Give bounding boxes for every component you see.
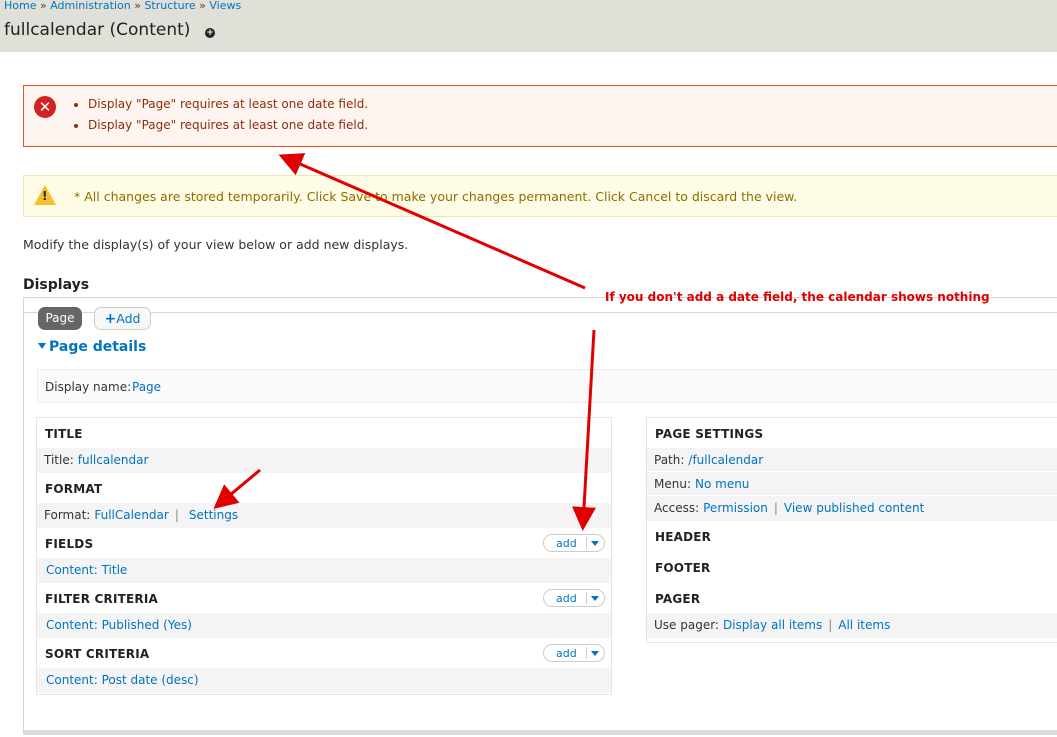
title-row: Title: fullcalendar [37,447,611,473]
tab-strip-divider [24,312,1057,313]
warning-message-box: ! * All changes are stored temporarily. … [23,175,1057,217]
format-row: Format: FullCalendar | Settings [37,502,611,528]
tab-page[interactable]: Page [38,307,82,330]
display-name-label: Display name: [45,380,132,394]
chevron-down-icon [591,541,599,546]
left-column: TITLE Title: fullcalendar FORMAT Format: F… [36,417,612,695]
menu-row: Menu: No menu [647,471,1057,497]
fields-row: Content: Title [37,557,611,583]
error-message-box: ✕ Display "Page" requires at least one d… [23,85,1057,147]
breadcrumb-separator: » [199,0,206,12]
warning-text: * All changes are stored temporarily. Cl… [74,189,798,204]
add-display-button[interactable]: +Add [94,307,151,330]
error-item: Display "Page" requires at least one dat… [88,97,368,111]
chevron-down-icon [591,651,599,656]
pager-all-items-link[interactable]: All items [838,618,890,632]
menu-label: Menu: [654,477,691,491]
page-header: Home » Administration » Structure » View… [0,0,1057,52]
sort-add-button[interactable]: add [543,644,605,662]
format-settings-link[interactable]: Settings [189,508,238,522]
breadcrumb-administration-link[interactable]: Administration [50,0,131,12]
access-row: Access: Permission | View published content [647,495,1057,521]
field-content-title-link[interactable]: Content: Title [46,563,127,577]
path-label: Path: [654,453,685,467]
section-filter-criteria: FILTER CRITERIA [45,592,159,606]
view-published-content-link[interactable]: View published content [784,501,924,515]
sort-post-date-link[interactable]: Content: Post date (desc) [46,673,199,687]
add-display-label: Add [116,311,141,326]
access-permission-link[interactable]: Permission [703,501,768,515]
breadcrumb-home-link[interactable]: Home [4,0,36,12]
page-title: fullcalendar (Content) [4,20,191,40]
error-list: Display "Page" requires at least one dat… [71,97,368,139]
filter-add-button[interactable]: add [543,589,605,607]
sort-row: Content: Post date (desc) [37,667,611,693]
section-header: HEADER [655,530,712,544]
pager-display-all-link[interactable]: Display all items [723,618,822,632]
annotation-callout: If you don't add a date field, the calen… [605,290,990,304]
section-title: TITLE [45,427,83,441]
breadcrumb-views-link[interactable]: Views [209,0,241,12]
page-details-label: Page details [49,339,147,355]
intro-text: Modify the display(s) of your view below… [23,237,409,252]
menu-link[interactable]: No menu [695,477,749,491]
section-pager: PAGER [655,592,701,606]
path-row: Path:/fullcalendar [647,447,1057,473]
title-label: Title: [44,453,74,467]
section-sort-criteria: SORT CRITERIA [45,647,150,661]
format-link[interactable]: FullCalendar [94,508,168,522]
title-link[interactable]: fullcalendar [78,453,149,467]
display-name-bar: Display name: Page [37,369,1057,403]
triangle-down-icon [38,343,46,349]
breadcrumb: Home » Administration » Structure » View… [4,0,241,12]
display-name-link[interactable]: Page [132,380,161,394]
error-item: Display "Page" requires at least one dat… [88,118,368,132]
chevron-down-icon [591,596,599,601]
section-footer: FOOTER [655,561,711,575]
right-column: PAGE SETTINGS Path:/fullcalendar Menu: No… [646,417,1057,643]
filter-published-link[interactable]: Content: Published (Yes) [46,618,192,632]
displays-heading: Displays [23,277,90,293]
section-format: FORMAT [45,482,103,496]
warning-icon: ! [34,185,56,205]
pager-label: Use pager: [654,618,719,632]
breadcrumb-structure-link[interactable]: Structure [144,0,195,12]
format-label: Format: [44,508,91,522]
section-page-settings: PAGE SETTINGS [655,427,764,441]
add-shortcut-icon[interactable]: + [205,28,215,38]
bottom-divider [24,730,1057,735]
breadcrumb-separator: » [134,0,141,12]
filter-row: Content: Published (Yes) [37,612,611,638]
displays-panel: Page +Add Page details Display name: Pag… [23,297,1057,735]
error-icon: ✕ [34,96,56,118]
page-details-toggle[interactable]: Page details [38,339,146,355]
fields-add-button[interactable]: add [543,534,605,552]
access-label: Access: [654,501,700,515]
section-fields: FIELDS [45,537,94,551]
breadcrumb-separator: » [39,0,47,12]
plus-icon: + [104,311,117,327]
path-link[interactable]: /fullcalendar [688,453,763,467]
pager-row: Use pager: Display all items | All items [647,612,1057,638]
